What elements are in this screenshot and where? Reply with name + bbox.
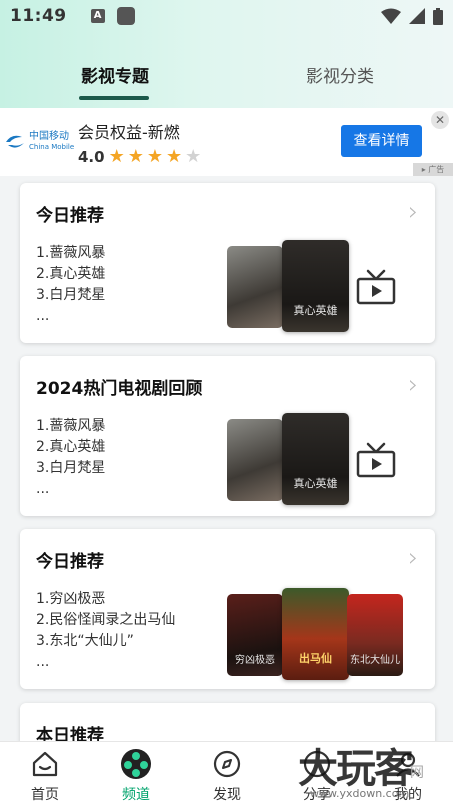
tab-topics[interactable]: 影视专题 [55,62,175,87]
china-mobile-logo: 中国移动 China Mobile [4,132,74,152]
list-item: 2.民俗怪闻录之出马仙 [36,612,176,628]
poster-caption: 出马仙 [299,652,332,665]
signal-icon [409,8,425,24]
star-icon: ★ [166,146,186,167]
list-item: 3.东北“大仙儿” [36,633,134,649]
app-notification-icon: A [90,9,105,23]
list-item: ... [36,481,50,497]
poster-caption: 真心英雄 [293,477,338,490]
star-empty-icon: ★ [185,146,205,167]
tab-indicator [79,96,149,100]
tv-icon[interactable] [356,269,396,305]
list-item: 3.白月梵星 [36,287,106,303]
card-list: 1.蔷薇风暴 2.真心英雄 3.白月梵星 ... [36,243,105,327]
poster-caption: 穷凶极恶 [235,655,275,666]
nav-label: 频道 [122,787,150,803]
china-mobile-logo-icon [6,135,24,148]
battery-icon [433,7,443,25]
card-title: 2024热门电视剧回顾 [36,379,203,399]
list-item: 1.蔷薇风暴 [36,245,106,261]
rating-value: 4.0 [78,147,105,166]
list-item: ... [36,654,50,670]
watermark-logo: 大玩客 [298,745,414,792]
ad-label: ▸ 广告 [413,163,453,176]
poster-image[interactable] [227,419,283,501]
nav-channel[interactable]: 频道 [106,748,166,804]
film-reel-icon [121,749,151,779]
star-icon: ★ [127,146,147,167]
watermark: 大玩客 网 www.yxdown.com [298,740,453,805]
topic-card[interactable]: 今日推荐 › 1.蔷薇风暴 2.真心英雄 3.白月梵星 ... 真心英雄 [20,183,435,343]
chevron-right-icon[interactable]: › [408,197,418,227]
poster-image[interactable]: 东北大仙儿 [347,594,403,676]
compass-icon [213,750,241,778]
close-icon[interactable]: ✕ [431,111,449,129]
status-time: 11:49 [10,6,67,26]
card-title: 今日推荐 [36,206,104,226]
poster-image[interactable] [227,246,283,328]
topic-card[interactable]: 2024热门电视剧回顾 › 1.蔷薇风暴 2.真心英雄 3.白月梵星 ... 真… [20,356,435,516]
topic-card[interactable]: 今日推荐 › 1.穷凶极恶 2.民俗怪闻录之出马仙 3.东北“大仙儿” ... … [20,529,435,689]
card-list: 1.穷凶极恶 2.民俗怪闻录之出马仙 3.东北“大仙儿” ... [36,589,175,673]
tab-categories[interactable]: 影视分类 [280,62,400,87]
nav-label: 首页 [31,787,59,803]
list-item: 2.真心英雄 [36,439,106,455]
star-icon: ★ [146,146,166,167]
star-icon: ★ [108,146,128,167]
poster-caption: 东北大仙儿 [350,655,400,666]
poster-image[interactable]: 真心英雄 [282,240,349,332]
ad-title: 会员权益-新燃 [78,123,180,142]
watermark-text: 网 [410,765,424,781]
poster-image[interactable]: 出马仙 [282,588,349,680]
card-title: 今日推荐 [36,552,104,572]
logo-text-en: China Mobile [29,143,75,151]
ad-banner[interactable]: 中国移动 China Mobile 会员权益-新燃 4.0 ★★★★★ 查看详情… [0,108,453,176]
ad-rating: 4.0 ★★★★★ [78,146,204,167]
tv-icon[interactable] [356,442,396,478]
star-rating: ★★★★★ [109,146,205,167]
ad-details-button[interactable]: 查看详情 [341,125,422,157]
status-bar: 11:49 A [0,0,453,32]
nav-home[interactable]: 首页 [15,748,75,804]
notification-square-icon [116,7,135,25]
nav-discover[interactable]: 发现 [197,748,257,804]
top-tabs: 影视专题 影视分类 [0,62,453,102]
chevron-right-icon[interactable]: › [408,543,418,573]
nav-label: 发现 [213,787,241,803]
chevron-right-icon[interactable]: › [408,370,418,400]
poster-image[interactable]: 穷凶极恶 [227,594,283,676]
list-item: 2.真心英雄 [36,266,106,282]
watermark-url: www.yxdown.com [310,787,410,800]
list-item: 1.穷凶极恶 [36,591,106,607]
logo-text-cn: 中国移动 [29,131,69,142]
home-icon [32,751,58,777]
poster-caption: 真心英雄 [293,304,338,317]
list-item: ... [36,308,50,324]
list-item: 3.白月梵星 [36,460,106,476]
card-list: 1.蔷薇风暴 2.真心英雄 3.白月梵星 ... [36,416,105,500]
list-item: 1.蔷薇风暴 [36,418,106,434]
poster-image[interactable]: 真心英雄 [282,413,349,505]
wifi-icon [381,8,401,24]
